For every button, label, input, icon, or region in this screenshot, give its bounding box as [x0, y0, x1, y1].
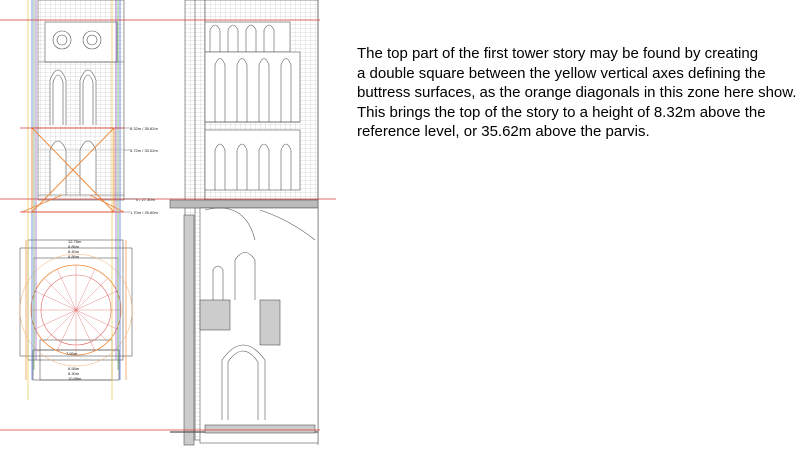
dim-plan-5: 7.05m	[66, 351, 78, 356]
caption-line: This brings the top of the story to a he…	[357, 103, 766, 121]
dim-lower: 1.70m / 25.60m	[130, 210, 158, 215]
caption-line: reference level, or 35.62m above the par…	[357, 123, 650, 140]
caption-text: The top part of the first tower story ma…	[357, 44, 797, 142]
tower-elevation-drawing: 8.32m / 35.62m 5.72m / 33.02m 0 / 27.30m…	[0, 0, 336, 446]
right-section-elevation	[169, 0, 319, 446]
caption-line: buttress surfaces, as the orange diagona…	[357, 84, 797, 101]
slide: 8.32m / 35.62m 5.72m / 33.02m 0 / 27.30m…	[0, 0, 800, 450]
plan-circle	[19, 253, 133, 367]
caption-line: The top part of the first tower story ma…	[357, 45, 759, 62]
dim-top-story: 8.32m / 35.62m	[130, 126, 158, 131]
dim-plan-8: 10.88m	[68, 376, 82, 381]
dim-base-story: 0 / 27.30m	[136, 197, 156, 202]
dim-plan-4: 6.86m	[68, 254, 80, 259]
caption-line: a double square between the yellow verti…	[357, 64, 766, 82]
dim-mid-story: 5.72m / 33.02m	[130, 148, 158, 153]
